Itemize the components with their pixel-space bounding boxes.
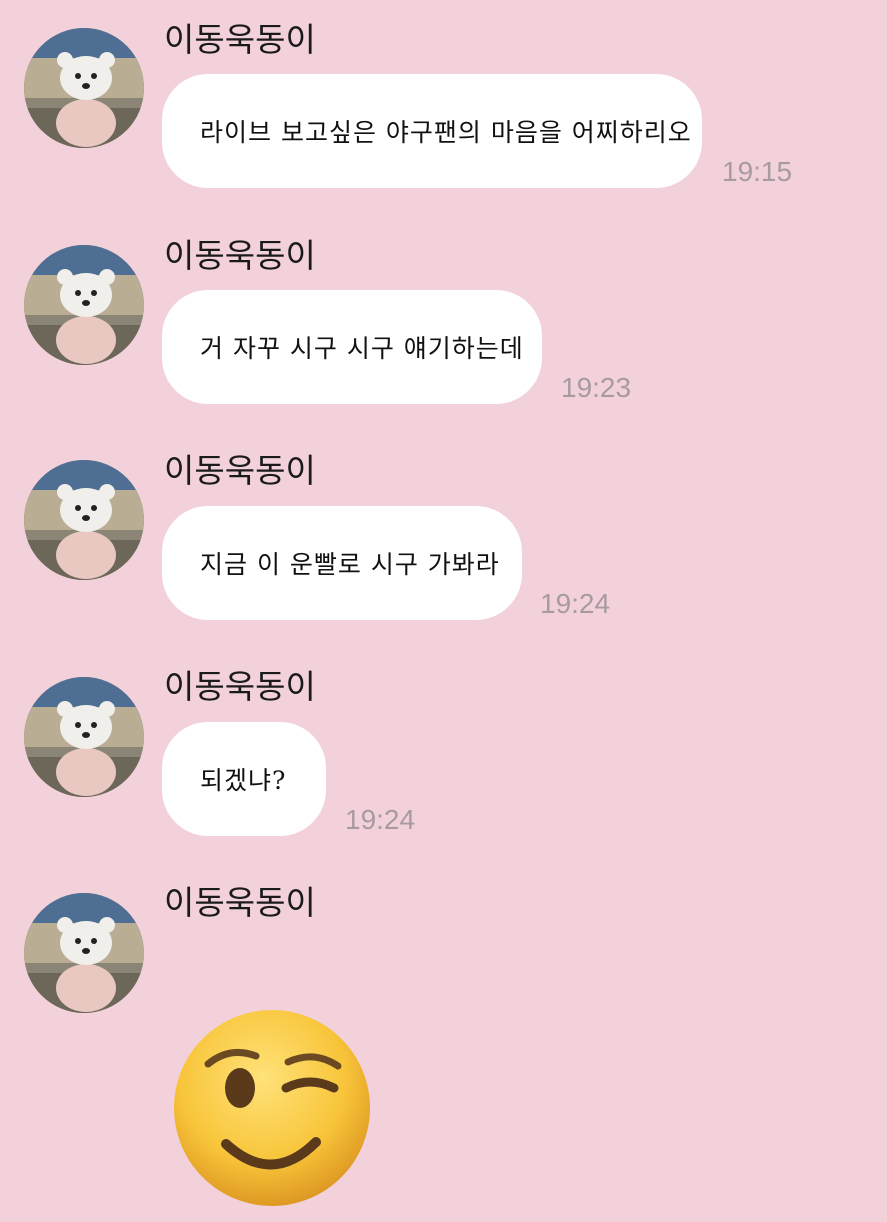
winking-face-icon <box>174 1010 370 1206</box>
message-bubble[interactable]: 거 자꾸 시구 시구 얘기하는데 <box>162 290 542 404</box>
message-time: 19:15 <box>722 156 793 187</box>
sender-name: 이동욱동이 <box>164 667 316 706</box>
message-time: 19:23 <box>561 372 632 403</box>
sender-name: 이동욱동이 <box>164 236 316 275</box>
winking-face-emoji[interactable] <box>168 1004 376 1212</box>
avatar[interactable] <box>24 245 144 365</box>
message-time: 19:24 <box>345 804 416 835</box>
message-bubble[interactable]: 지금 이 운빨로 시구 가봐라 <box>162 506 522 620</box>
bear-avatar-icon <box>24 28 144 148</box>
bear-avatar-icon <box>24 893 144 1013</box>
bear-avatar-icon <box>24 677 144 797</box>
avatar[interactable] <box>24 460 144 580</box>
message-time: 19:24 <box>540 588 611 619</box>
message-bubble[interactable]: 라이브 보고싶은 야구팬의 마음을 어찌하리오 <box>162 74 702 188</box>
bear-avatar-icon <box>24 460 144 580</box>
avatar[interactable] <box>24 28 144 148</box>
sender-name: 이동욱동이 <box>164 451 316 490</box>
message-bubble[interactable]: 되겠냐? <box>162 722 326 836</box>
avatar[interactable] <box>24 893 144 1013</box>
avatar[interactable] <box>24 677 144 797</box>
sender-name: 이동욱동이 <box>164 883 316 922</box>
sender-name: 이동욱동이 <box>164 20 316 59</box>
bear-avatar-icon <box>24 245 144 365</box>
